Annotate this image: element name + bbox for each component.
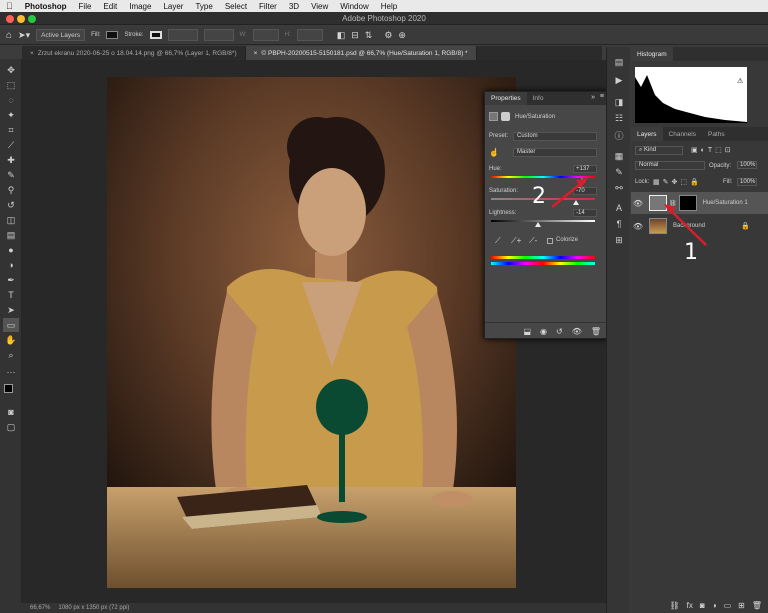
annotation-number-2: 2 [532,184,546,209]
annotation-arrows [551,178,707,246]
annotation-number-1: 1 [684,240,698,265]
